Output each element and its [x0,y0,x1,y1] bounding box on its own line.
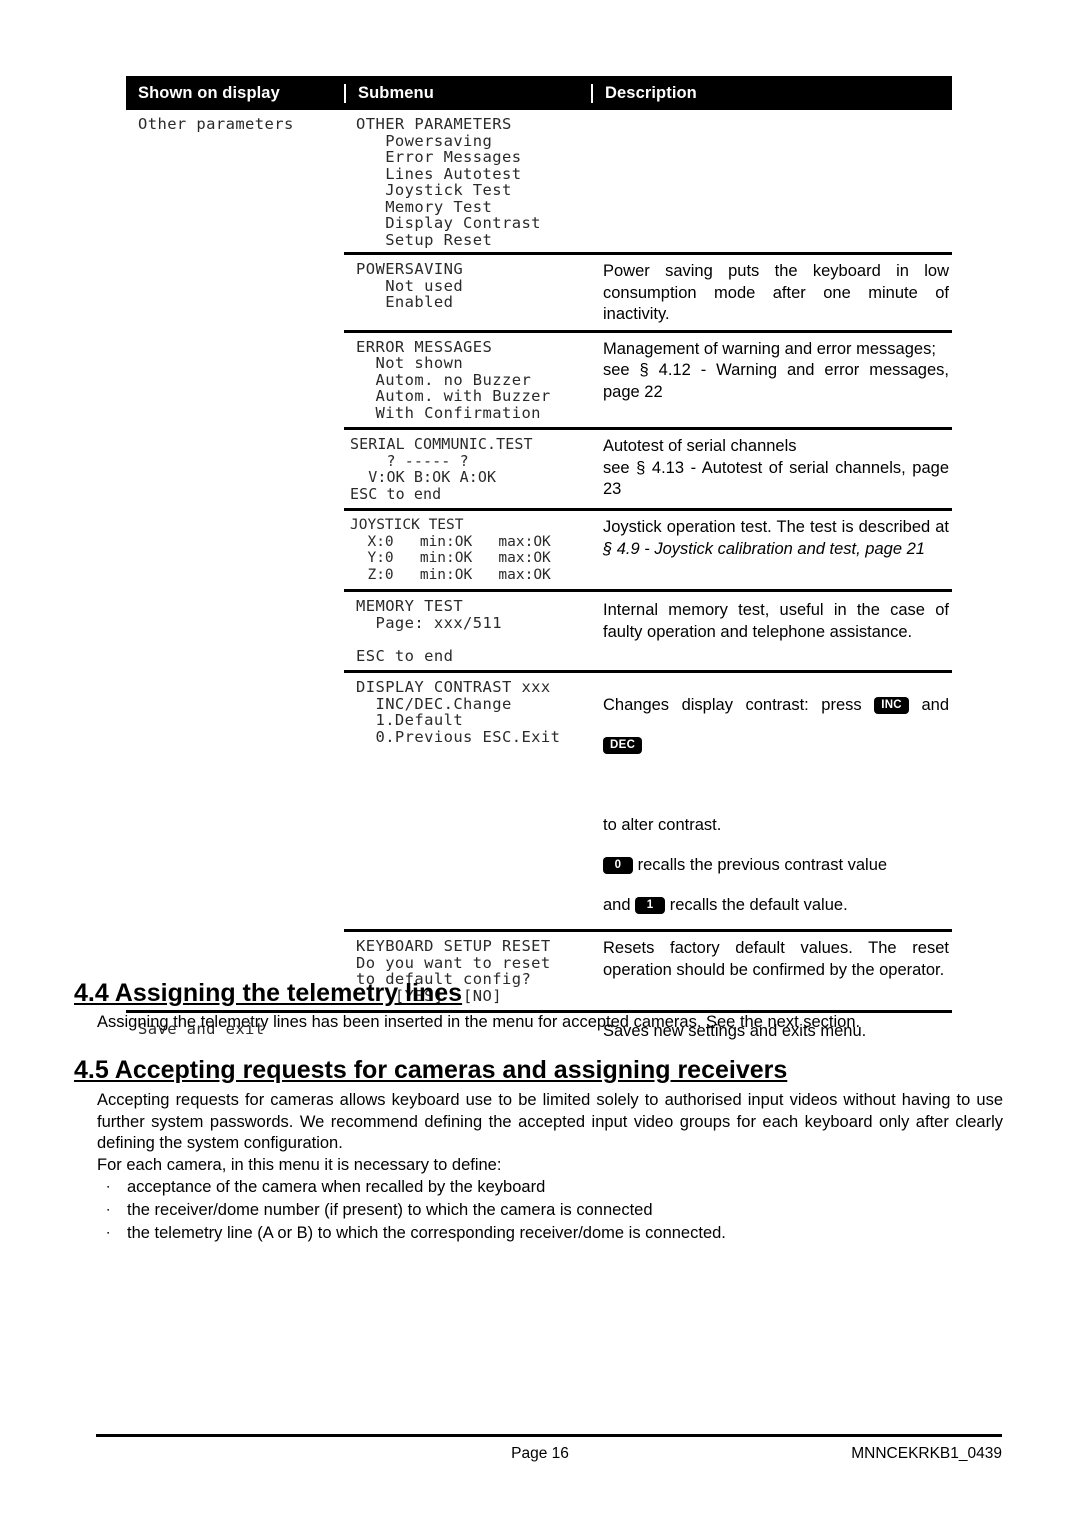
table-header-row: Shown on display Submenu Description [126,76,952,110]
table-row: JOYSTICK TEST X:0 min:OK max:OK Y:0 min:… [126,508,952,589]
key-inc-button[interactable]: INC [874,697,909,714]
contrast-instruction-6: recalls the default value. [669,896,848,914]
submenu-text: POWERSAVING Not used Enabled [356,260,464,311]
section-paragraph-4-5-intro: For each camera, in this menu it is nece… [97,1156,502,1174]
table-row: DISPLAY CONTRAST xxx INC/DEC.Change 1.De… [126,670,952,929]
description-text-2: 0 recalls the previous contrast value [603,845,952,885]
submenu-text: OTHER PARAMETERS Powersaving Error Messa… [356,115,541,249]
column-header-shown-on-display: Shown on display [138,83,280,102]
description-text: Management of warning and error messages… [603,339,936,358]
requirements-list: ∙ acceptance of the camera when recalled … [97,1176,1003,1245]
description-text: Power saving puts the keyboard in low co… [603,262,949,323]
list-item: ∙ the receiver/dome number (if present) t… [97,1199,1003,1222]
contrast-instruction-1: Changes display contrast: press [603,696,862,714]
contrast-instruction-4: recalls the previous contrast value [637,856,888,874]
key-0-button[interactable]: 0 [603,857,633,874]
contrast-instruction-5: and [603,896,631,914]
submenu-text: DISPLAY CONTRAST xxx INC/DEC.Change 1.De… [356,678,561,746]
description-cross-reference: see § 4.13 - Autotest of serial channels… [603,458,949,499]
column-header-description: Description [591,83,952,103]
description-cross-reference: see § 4.12 - Warning and error messages,… [603,361,949,401]
section-heading-4-5: 4.5 Accepting requests for cameras and a… [74,1056,788,1084]
description-text: Internal memory test, useful in the case… [603,601,949,641]
submenu-text: ERROR MESSAGES Not shown Autom. no Buzze… [356,337,551,422]
table-row: Other parameters OTHER PARAMETERS Powers… [126,110,952,252]
description-text: Joystick operation test. The test is des… [603,517,952,560]
column-header-submenu: Submenu [344,83,591,103]
bullet-icon: ∙ [106,1178,111,1195]
document-page: Shown on display Submenu Description Oth… [0,0,1080,1528]
section-paragraph-4-4: Assigning the telemetry lines has been i… [97,1013,861,1031]
list-item: ∙ acceptance of the camera when recalled … [97,1176,1003,1199]
display-text: Other parameters [138,115,294,133]
list-item-label: the telemetry line (A or B) to which the… [127,1224,726,1242]
contrast-instruction-3: to alter contrast. [603,816,722,834]
list-item-label: acceptance of the camera when recalled b… [127,1178,546,1196]
submenu-text: JOYSTICK TEST X:0 min:OK max:OK Y:0 min:… [350,517,551,583]
list-item: ∙ the telemetry line (A or B) to which th… [97,1222,1003,1245]
description-text: Autotest of serial channels [603,437,797,455]
table-row: SERIAL COMMUNIC.TEST ? ----- ? V:OK B:OK… [126,427,952,508]
footer-document-code: MNNCEKRKB1_0439 [851,1445,1002,1462]
description-lead: Joystick operation test. The test is des… [603,518,949,536]
description-text: Changes display contrast: press INC and … [603,685,952,845]
description-text: Resets factory default values. The reset… [603,939,949,979]
bullet-icon: ∙ [106,1224,111,1241]
section-paragraph-4-5: Accepting requests for cameras allows ke… [97,1091,1003,1152]
key-dec-button[interactable]: DEC [603,737,643,754]
table-row: POWERSAVING Not used Enabled Power savin… [126,252,952,330]
submenu-text: SERIAL COMMUNIC.TEST ? ----- ? V:OK B:OK… [350,435,533,503]
menu-reference-table: Shown on display Submenu Description Oth… [126,76,952,1048]
key-1-button[interactable]: 1 [635,897,666,914]
footer-divider [96,1434,1002,1437]
section-heading-4-4: 4.4 Assigning the telemetry lines [74,979,463,1007]
contrast-instruction-2: and [921,696,949,714]
submenu-text: MEMORY TEST Page: xxx/511 ESC to end [356,597,502,665]
description-text-3: and 1 recalls the default value. [603,885,952,925]
description-cross-reference: § 4.9 - Joystick calibration and test, p… [603,539,925,558]
bullet-icon: ∙ [106,1201,111,1218]
table-row: ERROR MESSAGES Not shown Autom. no Buzze… [126,329,952,428]
list-item-label: the receiver/dome number (if present) to… [127,1201,653,1219]
table-row: MEMORY TEST Page: xxx/511 ESC to end Int… [126,589,952,670]
